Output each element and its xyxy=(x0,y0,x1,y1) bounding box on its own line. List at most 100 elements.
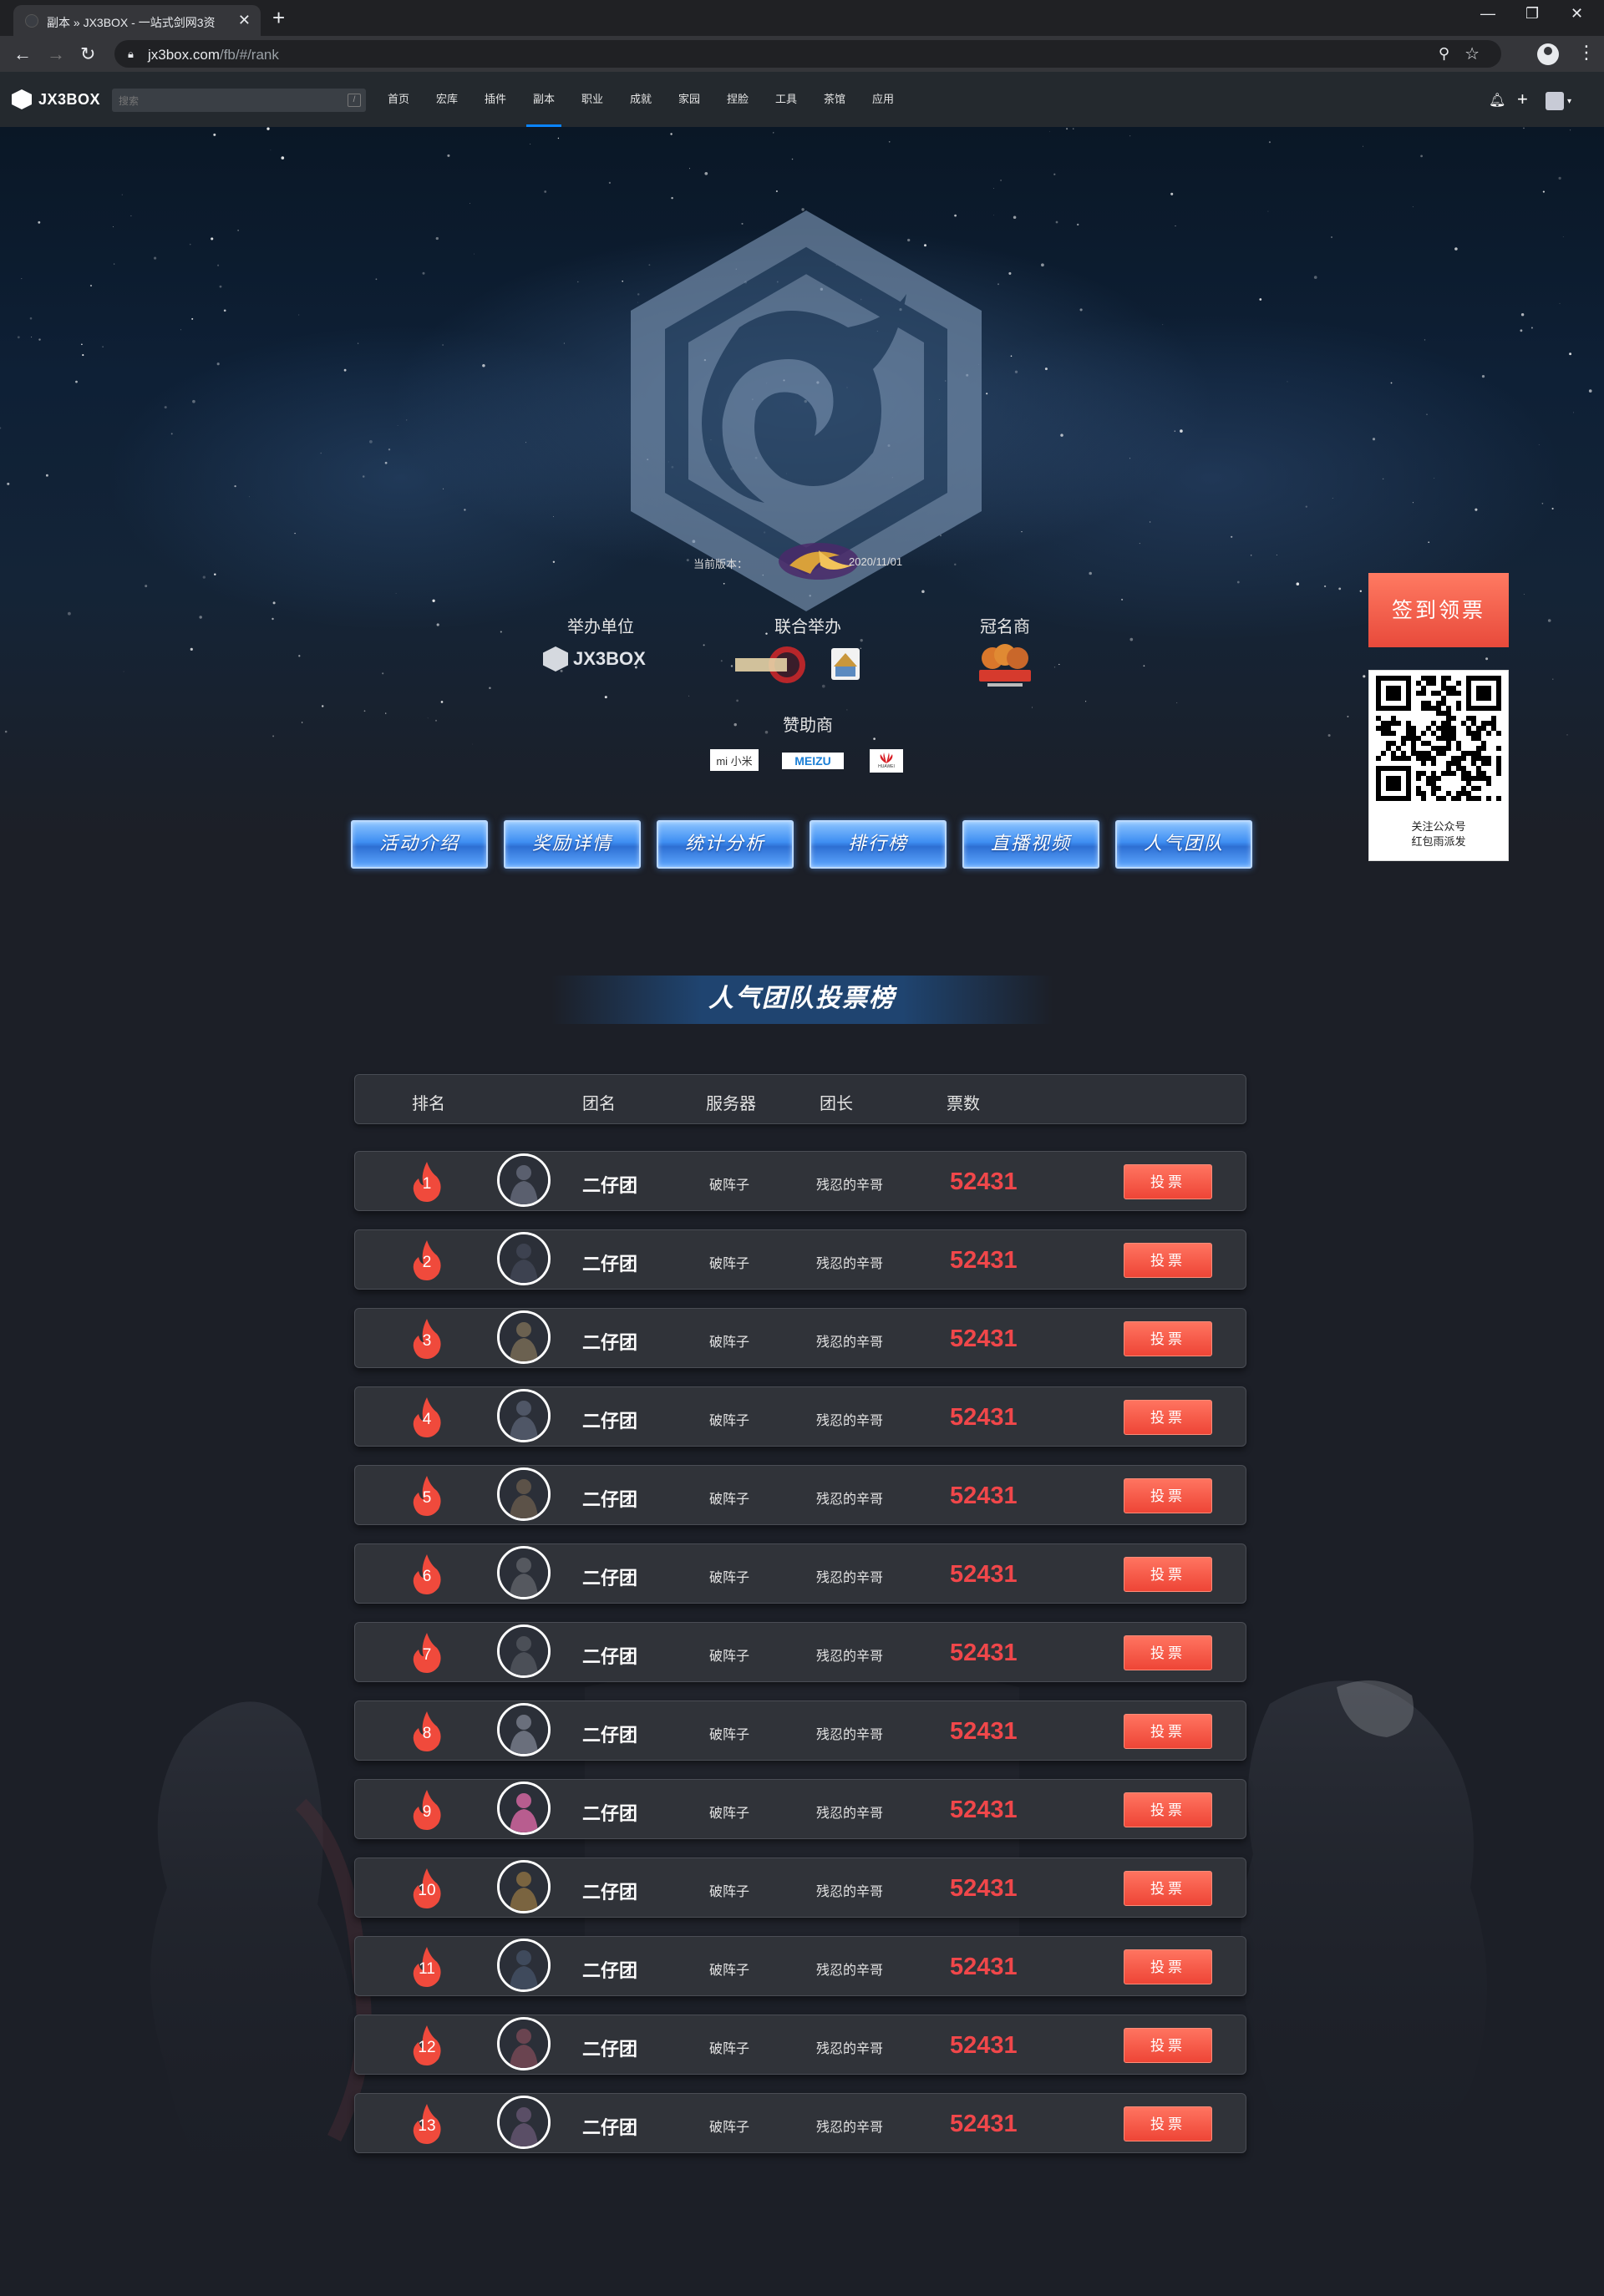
character-portrait-icon xyxy=(500,1627,548,1675)
nav-apps[interactable]: 应用 xyxy=(859,72,907,127)
vote-button[interactable]: 投票 xyxy=(1124,1949,1212,1984)
organizer-logo: JX3BOX xyxy=(543,646,646,672)
table-row: 5 二仔团 破阵子 残忍的辛哥 52431 投票 xyxy=(354,1465,1246,1525)
huawei-brand: HUAWEI xyxy=(878,764,895,769)
team-name[interactable]: 二仔团 xyxy=(582,2035,637,2061)
back-icon[interactable]: ← xyxy=(13,43,32,65)
vote-count: 52431 xyxy=(950,1954,1018,1980)
bookmark-star-icon[interactable]: ☆ xyxy=(1464,43,1480,64)
nav-home-build[interactable]: 家园 xyxy=(665,72,713,127)
nav-macro[interactable]: 宏库 xyxy=(423,72,471,127)
new-tab-icon[interactable]: + xyxy=(272,5,285,30)
nav-class[interactable]: 职业 xyxy=(568,72,617,127)
nav-face[interactable]: 捏脸 xyxy=(713,72,762,127)
team-server: 破阵子 xyxy=(709,1178,750,1193)
reload-icon[interactable]: ↻ xyxy=(80,43,95,65)
site-logo[interactable]: JX3BOX xyxy=(12,89,100,109)
current-version: 当前版本： 2020/11/01 xyxy=(693,540,944,590)
team-name[interactable]: 二仔团 xyxy=(582,2113,637,2140)
user-avatar[interactable] xyxy=(1546,92,1564,110)
close-window-icon[interactable]: ✕ xyxy=(1571,5,1583,23)
team-name[interactable]: 二仔团 xyxy=(582,1406,637,1433)
add-icon[interactable]: + xyxy=(1517,89,1528,110)
nav-plugin[interactable]: 插件 xyxy=(471,72,520,127)
vote-button[interactable]: 投票 xyxy=(1124,1164,1212,1199)
vote-count: 52431 xyxy=(950,1483,1018,1509)
rank-number: 9 xyxy=(422,1803,432,1821)
browser-tab[interactable]: 副本 » JX3BOX - 一站式剑网3资 ✕ xyxy=(13,5,261,36)
team-name[interactable]: 二仔团 xyxy=(582,1564,637,1590)
team-server: 破阵子 xyxy=(709,1571,750,1585)
tab-statistics[interactable]: 统计分析 xyxy=(657,820,794,869)
table-row: 11 二仔团 破阵子 残忍的辛哥 52431 投票 xyxy=(354,1936,1246,1996)
table-row: 4 二仔团 破阵子 残忍的辛哥 52431 投票 xyxy=(354,1386,1246,1447)
tab-popular-teams[interactable]: 人气团队 xyxy=(1115,820,1252,869)
close-tab-icon[interactable]: ✕ xyxy=(238,12,251,29)
team-avatar xyxy=(497,2096,551,2149)
team-server: 破阵子 xyxy=(709,1807,750,1821)
title-sponsor-block: 冠名商 xyxy=(959,613,1051,637)
organizer-block: 举办单位 xyxy=(555,613,647,637)
team-name[interactable]: 二仔团 xyxy=(582,1642,637,1669)
vote-button[interactable]: 投票 xyxy=(1124,1243,1212,1278)
vote-button[interactable]: 投票 xyxy=(1124,1871,1212,1906)
character-portrait-icon xyxy=(500,1863,548,1911)
nav-achievement[interactable]: 成就 xyxy=(617,72,665,127)
browser-toolbar: ← → ↻ 🔒︎ jx3box.com/fb/#/rank ⚲ ☆ xyxy=(0,36,1604,72)
team-leader: 残忍的辛哥 xyxy=(816,1807,884,1821)
team-name[interactable]: 二仔团 xyxy=(582,1249,637,1276)
header-votes: 票数 xyxy=(947,1095,980,1113)
tab-leaderboard[interactable]: 排行榜 xyxy=(810,820,947,869)
nav-dungeon[interactable]: 副本 xyxy=(520,72,568,127)
vote-count: 52431 xyxy=(950,1875,1018,1902)
character-portrait-icon xyxy=(500,1156,548,1204)
team-name[interactable]: 二仔团 xyxy=(582,1956,637,1983)
restore-icon[interactable]: ❐ xyxy=(1525,5,1539,23)
team-name[interactable]: 二仔团 xyxy=(582,1485,637,1512)
team-server: 破阵子 xyxy=(709,1885,750,1899)
vote-button[interactable]: 投票 xyxy=(1124,1792,1212,1827)
vote-button[interactable]: 投票 xyxy=(1124,2028,1212,2063)
team-name[interactable]: 二仔团 xyxy=(582,1878,637,1904)
rank-number: 12 xyxy=(418,2039,436,2056)
character-portrait-icon xyxy=(500,1234,548,1283)
team-leader: 残忍的辛哥 xyxy=(816,2042,884,2056)
huawei-flower-icon xyxy=(880,753,893,763)
team-server: 破阵子 xyxy=(709,1257,750,1271)
tab-reward-details[interactable]: 奖励详情 xyxy=(504,820,641,869)
team-name[interactable]: 二仔团 xyxy=(582,1328,637,1355)
vote-button[interactable]: 投票 xyxy=(1124,1714,1212,1749)
minimize-icon[interactable]: — xyxy=(1480,5,1495,23)
chevron-down-icon[interactable]: ▾ xyxy=(1567,97,1571,106)
sponsors-block: 赞助商 xyxy=(762,712,854,736)
header-server: 服务器 xyxy=(706,1095,756,1113)
vote-button[interactable]: 投票 xyxy=(1124,1478,1212,1513)
vote-button[interactable]: 投票 xyxy=(1124,1557,1212,1592)
tab-live-video[interactable]: 直播视频 xyxy=(962,820,1099,869)
bell-icon[interactable]: 🔔︎ xyxy=(1489,92,1505,109)
address-bar[interactable]: 🔒︎ jx3box.com/fb/#/rank ⚲ ☆ xyxy=(114,40,1501,68)
sign-in-ticket-button[interactable]: 签到领票 xyxy=(1368,573,1509,647)
vote-button[interactable]: 投票 xyxy=(1124,1635,1212,1670)
zoom-icon[interactable]: ⚲ xyxy=(1439,45,1449,63)
nav-home[interactable]: 首页 xyxy=(374,72,423,127)
vote-button[interactable]: 投票 xyxy=(1124,1400,1212,1435)
team-name[interactable]: 二仔团 xyxy=(582,1171,637,1198)
forward-icon[interactable]: → xyxy=(47,43,65,65)
vote-button[interactable]: 投票 xyxy=(1124,1321,1212,1356)
browser-menu-icon[interactable]: ⋮ xyxy=(1577,42,1596,63)
tab-activity-intro[interactable]: 活动介绍 xyxy=(351,820,488,869)
character-portrait-icon xyxy=(500,1313,548,1361)
team-name[interactable]: 二仔团 xyxy=(582,1721,637,1747)
vote-button[interactable]: 投票 xyxy=(1124,2106,1212,2141)
team-name[interactable]: 二仔团 xyxy=(582,1799,637,1826)
account-icon[interactable] xyxy=(1537,43,1559,65)
three-squirrels-logo-icon xyxy=(979,644,1031,687)
search-input[interactable] xyxy=(117,91,338,111)
team-leader: 残忍的辛哥 xyxy=(816,2121,884,2135)
team-server: 破阵子 xyxy=(709,1493,750,1507)
rank-number: 2 xyxy=(422,1254,432,1271)
nav-tools[interactable]: 工具 xyxy=(762,72,810,127)
team-avatar xyxy=(497,1860,551,1913)
nav-teahouse[interactable]: 茶馆 xyxy=(810,72,859,127)
